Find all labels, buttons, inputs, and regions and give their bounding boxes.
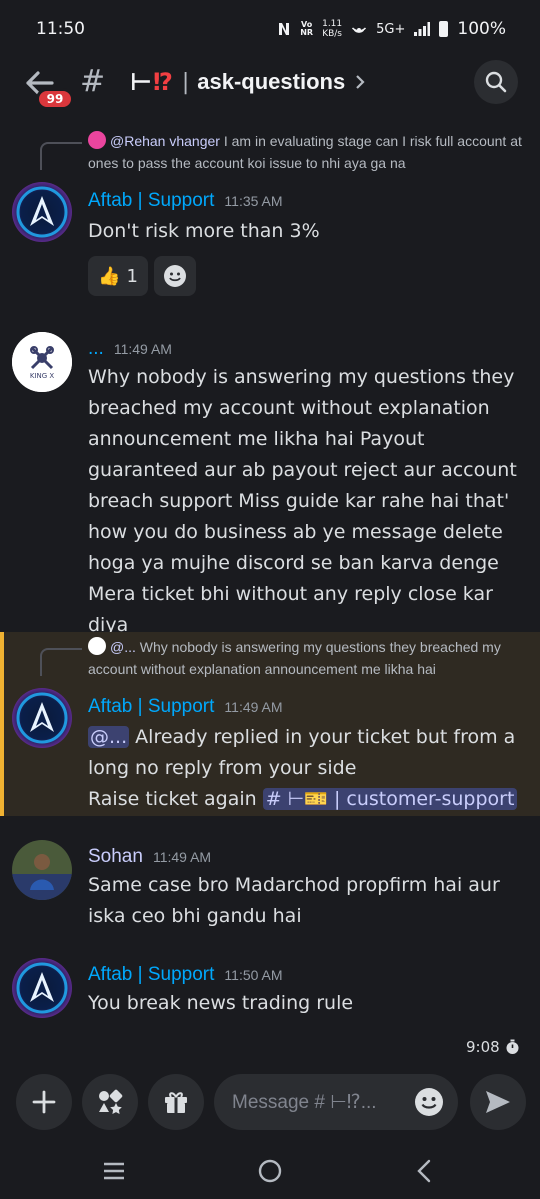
send-button[interactable] xyxy=(470,1074,526,1130)
avatar[interactable] xyxy=(12,840,72,900)
channel-hash-icon: # xyxy=(80,64,106,99)
message-text: You break news trading rule xyxy=(88,992,354,1014)
chevron-right-icon xyxy=(356,75,365,89)
system-navigation-bar xyxy=(0,1140,540,1199)
unread-badge: 99 xyxy=(36,88,74,110)
back-icon xyxy=(417,1159,431,1183)
apps-button[interactable] xyxy=(82,1074,138,1130)
reply-preview[interactable]: @... Why nobody is answering my question… xyxy=(88,636,528,680)
message-1[interactable]: @Rehan vhanger I am in evaluating stage … xyxy=(0,128,540,308)
status-icons: Vo NR 1.11 KB/s 5G+ 100% xyxy=(277,19,506,39)
avatar-label: KING X xyxy=(29,372,55,380)
message-5[interactable]: Aftab | Support 11:50 AM You break news t… xyxy=(0,956,540,1036)
recents-icon xyxy=(104,1162,124,1180)
author-name[interactable]: Aftab | Support 11:35 AM xyxy=(88,190,283,212)
message-input[interactable]: Message # ⊢⁉... xyxy=(214,1074,458,1130)
avatar[interactable] xyxy=(12,182,72,242)
message-3[interactable]: @... Why nobody is answering my question… xyxy=(0,634,540,818)
plus-icon xyxy=(32,1090,56,1114)
status-time: 11:50 xyxy=(36,19,85,39)
home-icon xyxy=(258,1159,282,1183)
avatar[interactable]: KING X xyxy=(12,332,72,392)
back-nav-button[interactable] xyxy=(404,1156,444,1186)
timestamp: 11:49 AM xyxy=(152,849,212,865)
aftab-avatar-logo xyxy=(12,182,72,242)
battery-percent: 100% xyxy=(457,19,506,39)
home-button[interactable] xyxy=(250,1156,290,1186)
reply-author: @Rehan vhanger xyxy=(110,133,220,149)
message-text: Same case bro Madarchod propfirm hai aur… xyxy=(88,874,500,927)
nfc-icon xyxy=(279,23,290,35)
message-text: @... Already replied in your ticket but … xyxy=(88,722,528,815)
reply-avatar xyxy=(88,637,106,655)
sohan-avatar-photo xyxy=(12,840,72,900)
emoji-icon[interactable] xyxy=(414,1087,444,1117)
channel-title[interactable]: ⊢⁉ | ask-questions xyxy=(130,68,365,96)
reply-avatar xyxy=(88,131,106,149)
message-composer: Message # ⊢⁉... xyxy=(0,1070,540,1136)
emoji-icon xyxy=(164,265,186,287)
apps-icon xyxy=(99,1089,123,1114)
status-bar: 11:50 Vo NR 1.11 KB/s 5G+ 100% xyxy=(0,0,540,58)
message-4[interactable]: Sohan 11:49 AM Same case bro Madarchod pr… xyxy=(0,838,540,938)
volte-indicator: Vo NR xyxy=(300,20,314,37)
author-name[interactable]: Aftab | Support 11:50 AM xyxy=(88,964,283,986)
message-2[interactable]: KING X ... 11:49 AM Why nobody is answeri… xyxy=(0,330,540,636)
search-icon xyxy=(485,71,507,93)
user-mention[interactable]: @... xyxy=(88,726,130,748)
reply-author: @... xyxy=(110,639,136,655)
aftab-avatar-logo xyxy=(12,688,72,748)
message-text-line2: Raise ticket again xyxy=(88,788,257,810)
hotspot-icon xyxy=(352,27,367,33)
channel-emoji: ⊢⁉ xyxy=(130,68,174,96)
slowmode-timer: 9:08 xyxy=(466,1038,520,1056)
network-type: 5G+ xyxy=(376,21,406,37)
reaction-count: 1 xyxy=(126,265,138,287)
message-placeholder: Message # ⊢⁉... xyxy=(232,1091,377,1113)
reply-text: Why nobody is answering my questions the… xyxy=(88,639,501,677)
reply-preview[interactable]: @Rehan vhanger I am in evaluating stage … xyxy=(88,130,528,174)
reply-connector xyxy=(40,648,82,676)
kingx-avatar-logo xyxy=(12,332,72,392)
avatar[interactable] xyxy=(12,688,72,748)
message-text-line1: Already replied in your ticket but from … xyxy=(88,726,516,779)
message-text: Why nobody is answering my questions the… xyxy=(88,366,517,636)
stopwatch-icon xyxy=(506,1039,519,1054)
title-separator: | xyxy=(181,69,190,95)
send-icon xyxy=(486,1091,510,1113)
author-name[interactable]: ... 11:49 AM xyxy=(88,338,172,360)
author-name[interactable]: Sohan 11:49 AM xyxy=(88,846,211,868)
add-attachment-button[interactable] xyxy=(16,1074,72,1130)
channel-header: 99 # ⊢⁉ | ask-questions xyxy=(0,58,540,112)
timestamp: 11:35 AM xyxy=(224,193,283,209)
gift-icon xyxy=(165,1092,187,1113)
reaction-thumbs-up[interactable]: 👍 1 xyxy=(88,256,148,296)
channel-mention[interactable]: # ⊢🎫 | customer-support xyxy=(262,788,518,810)
signal-icon xyxy=(414,22,431,36)
recents-button[interactable] xyxy=(94,1156,134,1186)
author-name[interactable]: Aftab | Support 11:49 AM xyxy=(88,696,283,718)
channel-name: ask-questions xyxy=(197,69,346,94)
add-reaction-button[interactable] xyxy=(154,256,196,296)
timestamp: 11:49 AM xyxy=(113,341,172,357)
message-text: Don't risk more than 3% xyxy=(88,220,320,242)
avatar[interactable] xyxy=(12,958,72,1018)
aftab-avatar-logo xyxy=(12,958,72,1018)
thumbs-up-icon: 👍 xyxy=(98,265,121,287)
search-button[interactable] xyxy=(474,60,518,104)
timestamp: 11:50 AM xyxy=(224,967,283,983)
battery-icon xyxy=(439,21,449,37)
gift-button[interactable] xyxy=(148,1074,204,1130)
reply-connector xyxy=(40,142,82,170)
slowmode-time: 9:08 xyxy=(466,1038,500,1056)
timestamp: 11:49 AM xyxy=(224,699,283,715)
network-speed: 1.11 KB/s xyxy=(322,19,343,39)
